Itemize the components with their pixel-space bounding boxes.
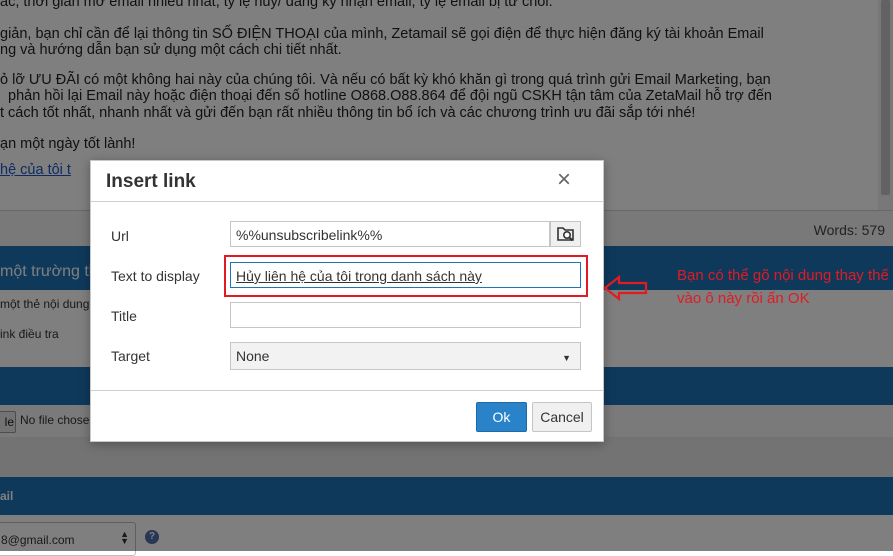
left-arrow-icon — [603, 274, 648, 302]
caret-down-icon: ▼ — [562, 353, 571, 363]
annotation-text: Bạn có thể gõ nội dung thay thế vào ô nà… — [677, 267, 889, 307]
text-to-display-label: Text to display — [111, 268, 200, 284]
cancel-button[interactable]: Cancel — [532, 402, 592, 432]
target-select[interactable]: None ▼ — [230, 342, 581, 370]
insert-link-dialog: Insert link × Url %%unsubscribelink%% Te… — [90, 160, 604, 442]
ok-button[interactable]: Ok — [476, 402, 527, 432]
folder-search-icon — [557, 227, 574, 242]
highlight-box — [224, 255, 588, 297]
target-value: None — [236, 348, 270, 364]
dialog-footer: Ok Cancel — [91, 390, 603, 442]
browse-button[interactable] — [550, 221, 581, 247]
title-input[interactable] — [230, 302, 581, 328]
dialog-title: Insert link — [106, 171, 196, 192]
url-label: Url — [111, 228, 129, 244]
close-icon[interactable]: × — [553, 167, 575, 193]
title-label: Title — [111, 308, 137, 324]
dialog-header: Insert link × — [91, 161, 603, 202]
url-input[interactable]: %%unsubscribelink%% — [230, 221, 550, 247]
target-label: Target — [111, 348, 150, 364]
